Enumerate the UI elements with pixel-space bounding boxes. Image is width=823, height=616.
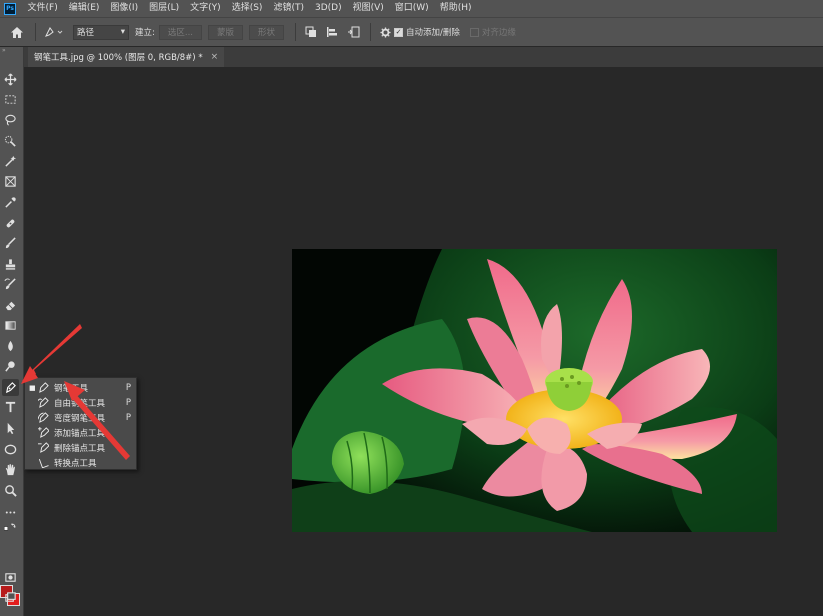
delete-anchor-icon <box>36 442 50 454</box>
healing-brush-tool-icon[interactable] <box>2 215 19 232</box>
eraser-tool-icon[interactable] <box>2 297 19 314</box>
gradient-tool-icon[interactable] <box>2 317 19 334</box>
flyout-item-label: 转换点工具 <box>54 458 97 469</box>
document-tab-title: 钢笔工具.jpg @ 100% (图层 0, RGB/8#) * <box>34 53 203 63</box>
divider <box>295 23 297 41</box>
add-anchor-icon <box>36 427 50 439</box>
tool-mode-select[interactable]: 路径 ▾ <box>73 24 129 40</box>
pen-tool-flyout-menu: ■ 钢笔工具 P 自由钢笔工具 P 弯度钢笔工具 P 添加锚点工具 删除锚点工具… <box>24 377 137 470</box>
convert-point-icon <box>36 457 50 469</box>
more-tools-icon[interactable] <box>2 504 19 521</box>
menu-layer[interactable]: 图层(L) <box>144 0 185 17</box>
rectangular-marquee-tool-icon[interactable] <box>2 91 19 108</box>
path-arrangement-icon[interactable] <box>343 23 365 42</box>
flyout-item-label: 弯度钢笔工具 <box>54 413 106 424</box>
shortcut-key: P <box>125 382 131 393</box>
close-icon[interactable]: × <box>211 52 219 62</box>
tools-panel: » <box>0 47 24 616</box>
pen-icon <box>36 382 50 394</box>
move-tool-icon[interactable] <box>2 71 19 88</box>
menu-bar: Ps 文件(F) 编辑(E) 图像(I) 图层(L) 文字(Y) 选择(S) 滤… <box>0 0 823 17</box>
frame-tool-icon[interactable] <box>2 173 19 190</box>
default-colors-icon[interactable] <box>2 522 19 532</box>
menu-edit[interactable]: 编辑(E) <box>63 0 105 17</box>
ellipse-tool-icon[interactable] <box>2 441 19 458</box>
options-bar: 路径 ▾ 建立: 选区... 蒙版 形状 ✓ 自动添加/删除 对齐边缘 <box>0 17 823 46</box>
photoshop-logo-icon[interactable]: Ps <box>4 2 16 15</box>
flyout-item-pen[interactable]: ■ 钢笔工具 P <box>25 380 136 395</box>
panel-collapse-icon[interactable]: » <box>0 47 23 55</box>
pen-tool-icon[interactable] <box>2 379 19 396</box>
flyout-item-label: 添加锚点工具 <box>54 428 106 439</box>
flyout-item-curvature-pen[interactable]: 弯度钢笔工具 P <box>25 410 136 425</box>
gear-icon[interactable] <box>376 23 394 42</box>
quick-mask-icon[interactable] <box>2 569 19 586</box>
flyout-item-convert-point[interactable]: 转换点工具 <box>25 455 136 470</box>
align-edges-label: 对齐边缘 <box>481 28 516 38</box>
flyout-item-delete-anchor[interactable]: 删除锚点工具 <box>25 440 136 455</box>
selected-bullet-icon: ■ <box>29 383 36 392</box>
flyout-item-label: 钢笔工具 <box>54 383 89 394</box>
pen-tool-preset-icon[interactable] <box>41 23 67 42</box>
menu-select[interactable]: 选择(S) <box>226 0 268 17</box>
menu-3d[interactable]: 3D(D) <box>309 0 347 17</box>
object-selection-tool-icon[interactable] <box>2 153 19 170</box>
flyout-item-freeform-pen[interactable]: 自由钢笔工具 P <box>25 395 136 410</box>
menu-type[interactable]: 文字(Y) <box>185 0 227 17</box>
eyedropper-tool-icon[interactable] <box>2 194 19 211</box>
dodge-tool-icon[interactable] <box>2 358 19 375</box>
shortcut-key: P <box>125 412 131 423</box>
menu-view[interactable]: 视图(V) <box>347 0 389 17</box>
make-label: 建立: <box>135 28 155 38</box>
divider <box>370 23 372 41</box>
menu-window[interactable]: 窗口(W) <box>389 0 434 17</box>
blur-tool-icon[interactable] <box>2 338 19 355</box>
flyout-item-label: 删除锚点工具 <box>54 443 106 454</box>
divider <box>35 23 36 41</box>
flyout-item-label: 自由钢笔工具 <box>54 398 106 409</box>
menu-filter[interactable]: 滤镜(T) <box>268 0 310 17</box>
quick-selection-tool-icon[interactable] <box>2 132 19 149</box>
auto-add-delete-checkbox[interactable]: ✓ <box>394 27 404 37</box>
curvature-pen-icon <box>36 412 50 424</box>
screen-mode-icon[interactable] <box>2 589 19 606</box>
chevron-down-icon: ▾ <box>120 27 125 37</box>
path-selection-tool-icon[interactable] <box>2 420 19 437</box>
lotus-flower-image[interactable] <box>292 249 777 532</box>
type-tool-icon[interactable] <box>2 399 19 416</box>
tool-mode-value: 路径 <box>77 28 95 38</box>
zoom-tool-icon[interactable] <box>2 482 19 499</box>
shortcut-key: P <box>125 397 131 408</box>
menu-help[interactable]: 帮助(H) <box>434 0 477 17</box>
make-shape-button[interactable]: 形状 <box>249 24 285 40</box>
path-alignment-icon[interactable] <box>321 23 343 42</box>
flyout-item-add-anchor[interactable]: 添加锚点工具 <box>25 425 136 440</box>
lasso-tool-icon[interactable] <box>2 111 19 128</box>
document-tab-bar: 钢笔工具.jpg @ 100% (图层 0, RGB/8#) * × <box>24 47 823 67</box>
make-mask-button[interactable]: 蒙版 <box>207 24 243 40</box>
make-selection-button[interactable]: 选区... <box>158 24 202 40</box>
history-brush-tool-icon[interactable] <box>2 276 19 293</box>
brush-tool-icon[interactable] <box>2 235 19 252</box>
align-edges-checkbox[interactable] <box>469 27 479 37</box>
document-tab[interactable]: 钢笔工具.jpg @ 100% (图层 0, RGB/8#) * × <box>28 47 225 67</box>
menu-file[interactable]: 文件(F) <box>22 0 63 17</box>
menu-image[interactable]: 图像(I) <box>105 0 144 17</box>
path-operations-icon[interactable] <box>301 23 321 42</box>
auto-add-delete-label: 自动添加/删除 <box>406 28 460 38</box>
hand-tool-icon[interactable] <box>2 461 19 478</box>
clone-stamp-tool-icon[interactable] <box>2 256 19 273</box>
home-icon[interactable] <box>4 23 30 42</box>
freeform-pen-icon <box>36 397 50 409</box>
